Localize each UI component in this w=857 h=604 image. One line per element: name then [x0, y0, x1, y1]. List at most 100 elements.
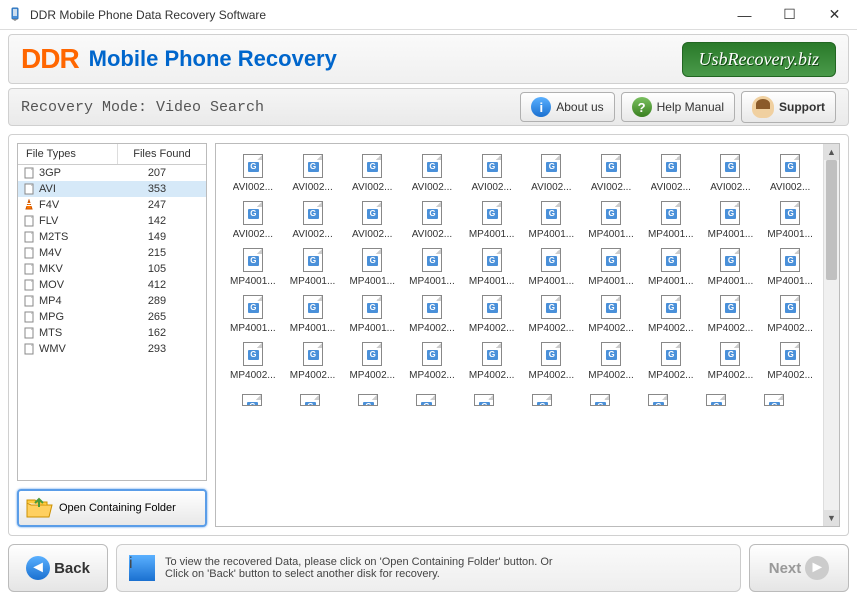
support-button[interactable]: Support: [741, 91, 836, 123]
file-type-row[interactable]: AVI353: [18, 181, 206, 197]
file-type-row[interactable]: MOV412: [18, 277, 206, 293]
next-arrow-icon: ►: [805, 556, 829, 580]
open-containing-folder-button[interactable]: Open Containing Folder: [17, 489, 207, 527]
file-item[interactable]: MP4001...: [761, 246, 819, 289]
file-item[interactable]: AVI002...: [224, 199, 282, 242]
file-type-row[interactable]: M2TS149: [18, 229, 206, 245]
file-item[interactable]: AVI002...: [403, 152, 461, 195]
file-item[interactable]: MP4001...: [702, 246, 760, 289]
scroll-down-arrow[interactable]: ▼: [824, 510, 839, 526]
file-type-count: 142: [112, 215, 202, 227]
file-item[interactable]: MP4001...: [702, 199, 760, 242]
file-type-count: 207: [112, 167, 202, 179]
file-item[interactable]: AVI002...: [343, 199, 401, 242]
file-type-row[interactable]: MTS162: [18, 325, 206, 341]
file-item[interactable]: MP4002...: [702, 340, 760, 383]
file-type-icon: [22, 166, 36, 180]
file-item[interactable]: MP4001...: [224, 293, 282, 336]
file-type-row[interactable]: F4V247: [18, 197, 206, 213]
video-file-icon: [300, 394, 320, 406]
file-item[interactable]: AVI002...: [343, 152, 401, 195]
file-item[interactable]: MP4002...: [343, 340, 401, 383]
file-item[interactable]: MP4001...: [523, 246, 581, 289]
file-item[interactable]: MP4001...: [582, 199, 640, 242]
file-item[interactable]: MP4002...: [702, 293, 760, 336]
file-item[interactable]: AVI002...: [642, 152, 700, 195]
file-type-row[interactable]: M4V215: [18, 245, 206, 261]
file-item[interactable]: AVI002...: [582, 152, 640, 195]
file-item[interactable]: MP4001...: [582, 246, 640, 289]
video-file-icon: [242, 394, 262, 406]
file-item[interactable]: AVI002...: [463, 152, 521, 195]
video-file-icon: [780, 201, 800, 225]
video-file-icon: [482, 248, 502, 272]
video-file-icon: [706, 394, 726, 406]
vertical-scrollbar[interactable]: ▲ ▼: [823, 144, 839, 526]
file-item[interactable]: MP4001...: [284, 293, 342, 336]
file-type-row[interactable]: FLV142: [18, 213, 206, 229]
back-button[interactable]: ◄ Back: [8, 544, 108, 592]
maximize-button[interactable]: ☐: [767, 0, 812, 30]
file-item[interactable]: MP4002...: [761, 293, 819, 336]
file-item[interactable]: AVI002...: [523, 152, 581, 195]
file-item[interactable]: MP4001...: [463, 199, 521, 242]
about-us-button[interactable]: i About us: [520, 92, 614, 122]
video-file-icon: [482, 201, 502, 225]
file-item-label: AVI002...: [651, 182, 691, 193]
file-item[interactable]: MP4002...: [761, 340, 819, 383]
file-item-label: AVI002...: [292, 182, 332, 193]
file-item[interactable]: MP4002...: [642, 340, 700, 383]
file-item[interactable]: MP4002...: [463, 293, 521, 336]
file-item[interactable]: MP4002...: [523, 340, 581, 383]
file-type-row[interactable]: MP4289: [18, 293, 206, 309]
file-item[interactable]: MP4002...: [582, 340, 640, 383]
scroll-thumb[interactable]: [826, 160, 837, 280]
file-item[interactable]: AVI002...: [403, 199, 461, 242]
file-item[interactable]: MP4002...: [403, 293, 461, 336]
file-type-row[interactable]: MPG265: [18, 309, 206, 325]
minimize-button[interactable]: —: [722, 0, 767, 30]
file-type-icon: [22, 214, 36, 228]
file-type-row[interactable]: MKV105: [18, 261, 206, 277]
scroll-up-arrow[interactable]: ▲: [824, 144, 839, 160]
file-item[interactable]: MP4002...: [642, 293, 700, 336]
file-item[interactable]: MP4001...: [642, 246, 700, 289]
file-item[interactable]: AVI002...: [224, 152, 282, 195]
header-file-types: File Types: [18, 144, 118, 164]
video-file-icon: [541, 154, 561, 178]
file-type-icon: [22, 198, 36, 212]
file-item[interactable]: MP4001...: [463, 246, 521, 289]
next-button[interactable]: Next ►: [749, 544, 849, 592]
file-type-count: 265: [112, 311, 202, 323]
file-item[interactable]: MP4002...: [403, 340, 461, 383]
file-type-count: 293: [112, 343, 202, 355]
file-item[interactable]: MP4001...: [224, 246, 282, 289]
close-button[interactable]: ✕: [812, 0, 857, 30]
file-item[interactable]: MP4001...: [343, 293, 401, 336]
file-type-row[interactable]: 3GP207: [18, 165, 206, 181]
file-item[interactable]: AVI002...: [284, 199, 342, 242]
file-item[interactable]: MP4002...: [523, 293, 581, 336]
video-file-icon: [243, 201, 263, 225]
support-label: Support: [779, 100, 825, 114]
file-item[interactable]: MP4002...: [224, 340, 282, 383]
file-type-row[interactable]: WMV293: [18, 341, 206, 357]
file-item-label: AVI002...: [352, 182, 392, 193]
file-item[interactable]: AVI002...: [284, 152, 342, 195]
file-item[interactable]: MP4001...: [403, 246, 461, 289]
file-type-icon: [22, 294, 36, 308]
file-item-label: MP4001...: [767, 276, 813, 287]
help-manual-button[interactable]: ? Help Manual: [621, 92, 735, 122]
file-item[interactable]: MP4001...: [761, 199, 819, 242]
footer-info-line2: Click on 'Back' button to select another…: [165, 568, 553, 580]
file-item[interactable]: MP4001...: [523, 199, 581, 242]
file-item[interactable]: MP4002...: [582, 293, 640, 336]
file-item[interactable]: MP4001...: [343, 246, 401, 289]
file-item[interactable]: MP4002...: [284, 340, 342, 383]
file-type-icon: [22, 342, 36, 356]
file-item[interactable]: MP4001...: [284, 246, 342, 289]
file-item[interactable]: MP4002...: [463, 340, 521, 383]
file-item[interactable]: MP4001...: [642, 199, 700, 242]
file-item[interactable]: AVI002...: [702, 152, 760, 195]
file-item[interactable]: AVI002...: [761, 152, 819, 195]
